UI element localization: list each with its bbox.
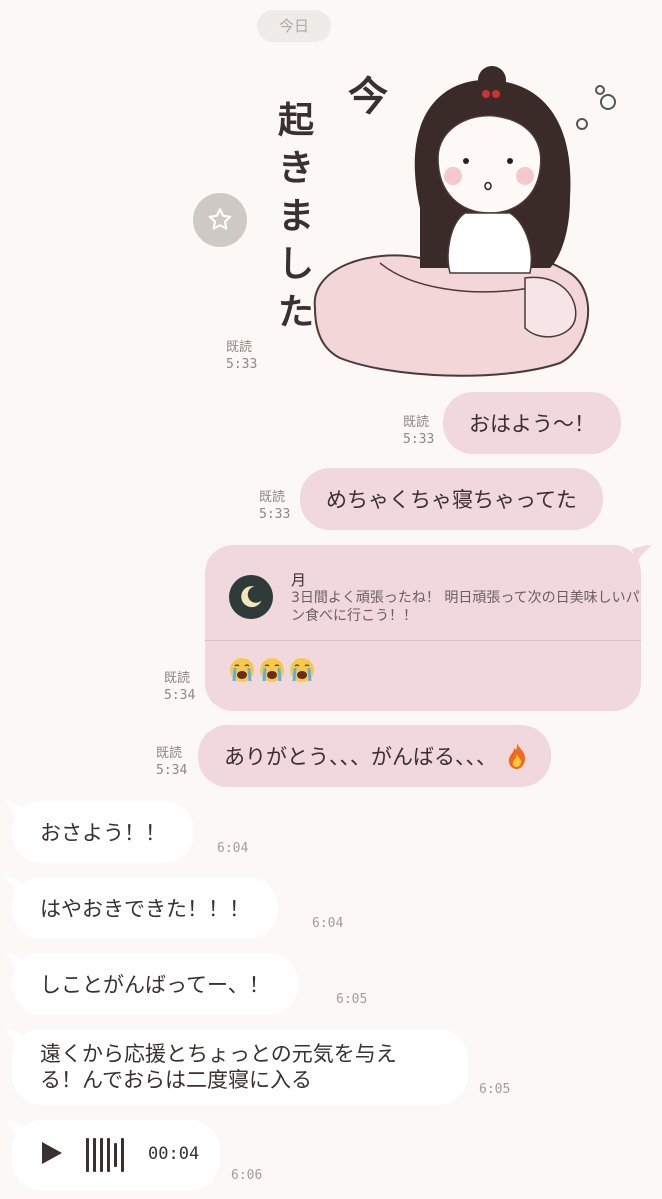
- svg-text:起: 起: [278, 100, 315, 141]
- message-text-line: る！んでおらは二度寝に入る: [40, 1068, 312, 1092]
- crying-face-icon: [290, 658, 314, 682]
- message-text: おはよう〜！: [469, 412, 595, 436]
- reply-message-bubble[interactable]: 月 3日間よく頑張ったね！ 明日頑張って次の日美味しいパン食べに行こう！！: [205, 545, 641, 711]
- message-timestamp: 6:04: [312, 916, 344, 931]
- svg-text:き: き: [278, 148, 314, 189]
- incoming-message-bubble[interactable]: しことがんばってー、！: [12, 953, 298, 1015]
- quoted-sender-name: 月: [291, 571, 307, 589]
- reply-emoji-row: [229, 657, 315, 683]
- message-read-status: 既読 5:33: [403, 415, 435, 447]
- sticker-read-status: 既読 5:33: [226, 340, 258, 372]
- incoming-message-bubble[interactable]: おさよう！！: [12, 801, 194, 863]
- crying-face-icon: [230, 658, 254, 682]
- message-text: しことがんばってー、！: [40, 973, 270, 997]
- favorite-sticker-button[interactable]: [193, 193, 247, 247]
- message-timestamp: 6:04: [217, 841, 249, 856]
- message-read-status: 既読 5:33: [259, 490, 291, 522]
- message-text: ありがとう、、、がんばる、、、: [224, 745, 497, 769]
- outgoing-message-bubble[interactable]: めちゃくちゃ寝ちゃってた: [300, 468, 603, 530]
- message-timestamp: 6:05: [336, 992, 368, 1007]
- svg-text:ま: ま: [278, 196, 314, 237]
- message-text: はやおきできた！！！: [40, 897, 250, 921]
- date-separator: 今日: [257, 10, 331, 42]
- svg-text:今: 今: [348, 74, 388, 120]
- message-timestamp: 6:05: [479, 1082, 511, 1097]
- message-text-line: 遠くから応援とちょっとの元気を与え: [40, 1042, 397, 1066]
- incoming-message-bubble[interactable]: 遠くから応援とちょっとの元気を与え る！んでおらは二度寝に入る: [12, 1029, 468, 1105]
- message-timestamp: 6:06: [231, 1168, 263, 1183]
- voice-duration: 00:04: [148, 1144, 200, 1164]
- star-icon: [208, 208, 232, 230]
- moon-icon: [241, 586, 262, 608]
- bubble-tail: [632, 545, 652, 563]
- outgoing-message-bubble[interactable]: おはよう〜！: [443, 392, 621, 454]
- divider: [205, 640, 641, 641]
- play-icon[interactable]: [40, 1140, 64, 1166]
- outgoing-message-bubble[interactable]: ありがとう、、、がんばる、、、: [198, 725, 551, 787]
- crying-face-icon: [260, 658, 284, 682]
- avatar: [229, 575, 273, 619]
- quoted-text: 3日間よく頑張ったね！ 明日頑張って次の日美味しいパン食べに行こう！！: [291, 590, 640, 624]
- sticker-image[interactable]: 今 起 き ま し た: [270, 58, 642, 378]
- svg-text:た: た: [278, 292, 314, 333]
- message-text: おさよう！！: [40, 821, 166, 845]
- message-text: めちゃくちゃ寝ちゃってた: [326, 488, 577, 512]
- message-read-status: 既読 5:34: [164, 671, 196, 703]
- waveform-icon: [86, 1138, 124, 1172]
- svg-text:し: し: [278, 244, 314, 285]
- fire-icon: [508, 743, 526, 769]
- incoming-message-bubble[interactable]: はやおきできた！！！: [12, 877, 278, 939]
- quoted-message[interactable]: 月 3日間よく頑張ったね！ 明日頑張って次の日美味しいパン食べに行こう！！: [229, 565, 640, 655]
- message-read-status: 既読 5:34: [156, 746, 188, 778]
